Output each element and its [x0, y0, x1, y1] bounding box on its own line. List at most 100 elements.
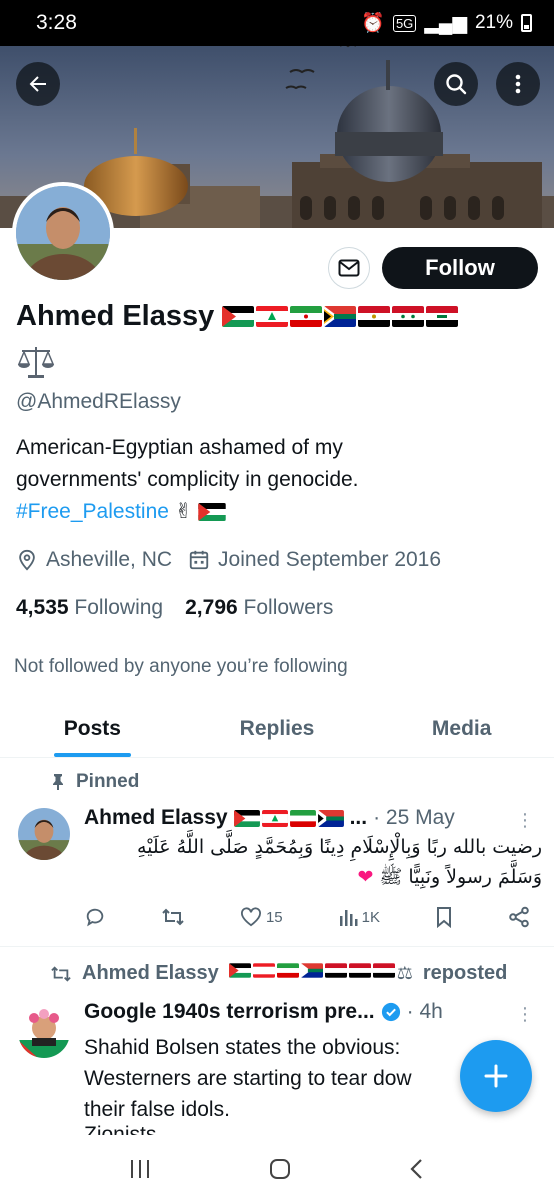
balance-scale-icon: [16, 344, 56, 380]
profile-location: Asheville, NC: [46, 548, 173, 571]
profile-joined: Joined September 2016: [218, 548, 442, 571]
repost-text: Shahid Bolsen states the obvious: Wester…: [84, 1032, 524, 1135]
repost-text-line-3: their false idols.: [84, 1098, 230, 1121]
iraq-flag-icon: [426, 306, 459, 327]
views-icon: [339, 910, 358, 926]
search-button[interactable]: [434, 62, 478, 106]
post-more-icon[interactable]: ⋮: [516, 810, 534, 831]
bio-line-1: American-Egyptian ashamed of my: [16, 436, 343, 459]
victory-hand-icon: ✌: [174, 500, 193, 524]
profile-bio: American-Egyptian ashamed of my governme…: [16, 432, 536, 528]
status-time: 3:28: [36, 11, 77, 34]
views-button[interactable]: 1K: [338, 907, 380, 927]
palestine-flag-icon: [233, 809, 260, 827]
reply-icon: [86, 908, 104, 927]
compose-button[interactable]: [460, 1040, 532, 1112]
repost-button[interactable]: [161, 906, 185, 928]
iran-flag-icon: [290, 306, 323, 327]
bookmark-button[interactable]: [435, 906, 453, 928]
share-button[interactable]: [508, 906, 530, 928]
repost-more-icon[interactable]: ⋮: [516, 1004, 534, 1025]
like-button[interactable]: 15: [240, 907, 283, 927]
calendar-icon: [189, 550, 209, 570]
more-button[interactable]: [496, 62, 540, 106]
following-label: Following: [74, 596, 164, 619]
battery-percent: 21%: [474, 12, 513, 33]
repost-text-line-2: Westerners are starting to tear dow: [84, 1067, 412, 1090]
profile-name: Ahmed Elassy: [16, 300, 215, 332]
back-button[interactable]: [16, 62, 60, 106]
system-nav-bar: [0, 1138, 554, 1200]
post-text-line-2: وَسَلَّمَ رسولاً ونَبِيًّا ﷺ: [379, 866, 542, 888]
south-africa-flag-icon: [300, 963, 323, 978]
like-count: 15: [265, 908, 283, 926]
profile-meta: Asheville, NC Joined September 2016: [16, 548, 441, 572]
lebanon-flag-icon: [261, 809, 288, 827]
repost-text-line-1: Shahid Bolsen states the obvious:: [84, 1036, 401, 1059]
repost-header: Google 1940s terrorism pre... · 4h: [84, 1000, 443, 1024]
post-divider: [0, 946, 554, 947]
iraq-flag-icon: [372, 963, 395, 978]
home-icon[interactable]: [268, 1157, 292, 1181]
status-bar: 3:28 ⏰ 5G ▂▄▆ 21%: [0, 0, 554, 46]
lebanon-flag-icon: [252, 963, 275, 978]
following-count: 4,535: [16, 596, 69, 619]
repost-author-name[interactable]: Google 1940s terrorism pre...: [84, 1000, 375, 1024]
heart-icon: [240, 907, 261, 927]
profile-tabs: Posts Replies Media: [0, 700, 554, 758]
profile-name-row: Ahmed Elassy: [16, 300, 459, 333]
followers-link[interactable]: 2,796 Followers: [185, 596, 333, 620]
back-nav-icon[interactable]: [408, 1157, 426, 1181]
reposter-flags: ⚖: [228, 963, 413, 984]
syria-flag-icon: [392, 306, 425, 327]
post-author-truncated: ...: [349, 806, 368, 829]
battery-icon: [521, 14, 532, 32]
egypt-flag-icon: [358, 306, 391, 327]
name-flags: [222, 306, 459, 327]
post-author-name[interactable]: Ahmed Elassy: [84, 806, 228, 830]
pinned-label: Pinned: [76, 771, 140, 792]
location-pin-icon: [19, 549, 35, 571]
repost-text-line-4: Zionists: [84, 1125, 524, 1135]
tab-replies[interactable]: Replies: [185, 700, 370, 757]
tab-posts[interactable]: Posts: [0, 700, 185, 757]
repost-time: · 4h: [406, 1000, 443, 1023]
south-africa-flag-icon: [324, 306, 357, 327]
reposter-name[interactable]: Ahmed Elassy: [82, 962, 219, 985]
recents-icon[interactable]: [128, 1158, 152, 1180]
tab-media[interactable]: Media: [369, 700, 554, 757]
pinned-label-row: Pinned: [50, 771, 139, 793]
heart-emoji-icon: ❤: [357, 866, 374, 888]
bio-line-2: governments' complicity in genocide.: [16, 468, 359, 491]
pinned-post-actions: 15 1K: [84, 906, 530, 928]
post-author-flags: [233, 809, 344, 827]
bio-hashtag[interactable]: #Free_Palestine: [16, 500, 169, 523]
reposted-label: reposted: [422, 962, 508, 984]
post-date: · 25 May: [373, 806, 455, 829]
palestine-flag-icon: [198, 503, 226, 522]
lebanon-flag-icon: [256, 306, 289, 327]
palestine-flag-icon: [228, 963, 251, 978]
iran-flag-icon: [289, 809, 316, 827]
views-count: 1K: [361, 908, 380, 926]
pin-icon: [53, 774, 63, 790]
egypt-flag-icon: [324, 963, 347, 978]
avatar[interactable]: [12, 182, 114, 284]
message-button[interactable]: [328, 247, 370, 289]
pinned-post-header: Ahmed Elassy ... · 25 May: [84, 806, 455, 830]
search-icon: [446, 74, 467, 95]
reply-button[interactable]: [84, 906, 106, 928]
repost-author-avatar[interactable]: [18, 1006, 70, 1058]
share-icon: [509, 906, 529, 928]
bookmark-icon: [436, 907, 451, 928]
palestine-flag-icon: [222, 306, 255, 327]
envelope-icon: [338, 259, 360, 277]
pinned-post-text: رضيت بالله ربًا وَبِالْإِسْلَامِ دِينًا …: [84, 832, 542, 892]
followers-count: 2,796: [185, 596, 238, 619]
post-text-line-1: رضيت بالله ربًا وَبِالْإِسْلَامِ دِينًا …: [136, 836, 542, 858]
balance-scale-icon: ⚖: [396, 963, 413, 983]
following-link[interactable]: 4,535 Following: [16, 596, 163, 620]
iran-flag-icon: [276, 963, 299, 978]
post-author-avatar[interactable]: [18, 808, 70, 860]
follow-button[interactable]: Follow: [382, 247, 538, 289]
